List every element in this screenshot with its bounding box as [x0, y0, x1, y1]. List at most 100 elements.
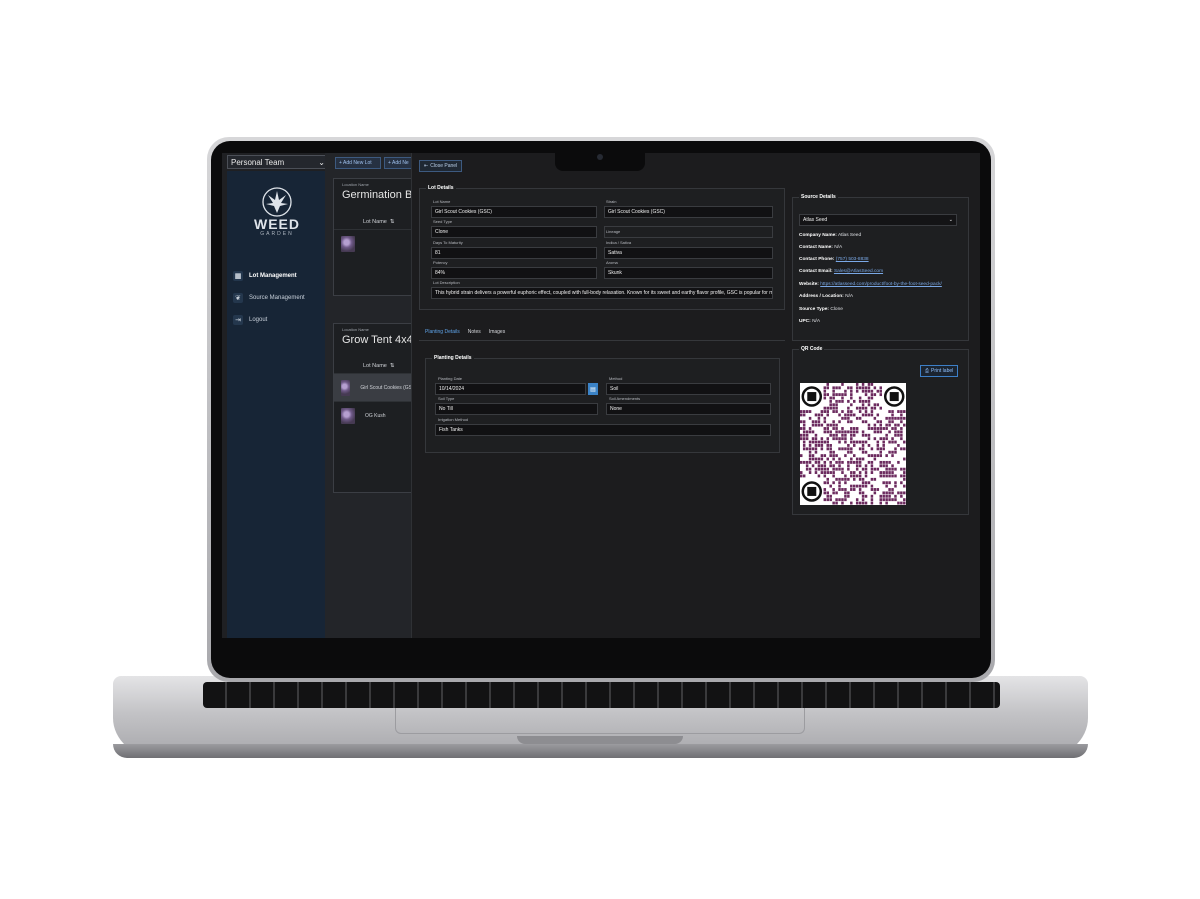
- qr-module: [835, 423, 838, 427]
- qr-module: [855, 457, 859, 461]
- lot-description-field[interactable]: This hybrid strain delivers a powerful e…: [431, 287, 773, 299]
- planting-date-label: Planting Date: [438, 376, 463, 381]
- days-to-maturity-label: Days To Maturity: [433, 240, 463, 245]
- qr-module: [894, 484, 897, 488]
- qr-module: [823, 430, 827, 434]
- qr-module: [838, 488, 841, 491]
- source-select[interactable]: Atlas Seed ⌄: [799, 214, 957, 226]
- location-name: Germination Ber: [342, 189, 413, 201]
- qr-module: [864, 501, 868, 505]
- qr-module: [885, 423, 888, 427]
- qr-module: [802, 423, 806, 427]
- qr-module: [826, 491, 829, 495]
- lot-name-column-header[interactable]: Lot Name ⇅: [334, 215, 412, 229]
- soil-amendments-field[interactable]: None: [606, 403, 771, 415]
- qr-module: [838, 477, 841, 481]
- qr-module: [853, 460, 856, 464]
- calendar-icon[interactable]: ▤: [588, 383, 598, 395]
- contact-email-link[interactable]: Sales@AtlasSeed.com: [834, 269, 883, 274]
- add-new-location-button[interactable]: + Add Ne: [384, 157, 414, 169]
- aroma-field[interactable]: Skunk: [604, 267, 773, 279]
- qr-module: [805, 410, 809, 413]
- qr-module: [861, 440, 865, 444]
- qr-module: [838, 440, 841, 444]
- qr-module: [802, 444, 806, 447]
- nav-logout[interactable]: ⇥ Logout: [233, 313, 267, 327]
- lot-row[interactable]: OG Kush: [334, 401, 412, 429]
- qr-module: [826, 410, 829, 413]
- planting-details-title: Planting Details: [432, 355, 474, 361]
- qr-module: [861, 450, 865, 454]
- potency-field[interactable]: 84%: [431, 267, 597, 279]
- qr-module: [900, 467, 903, 471]
- qr-module: [864, 399, 868, 403]
- tab-notes[interactable]: Notes: [468, 329, 481, 335]
- qr-module: [823, 440, 827, 444]
- tab-planting-details[interactable]: Planting Details: [425, 329, 460, 335]
- qr-module: [879, 386, 882, 390]
- website-link[interactable]: https://atlasseed.com/product/foot-by-th…: [820, 282, 942, 287]
- nav-source-management[interactable]: ❦ Source Management: [233, 291, 305, 305]
- lot-row[interactable]: [334, 229, 412, 257]
- qr-module: [879, 447, 882, 451]
- qr-module: [873, 467, 877, 471]
- qr-module: [888, 498, 891, 502]
- qr-module: [873, 423, 877, 427]
- qr-module: [864, 410, 868, 413]
- qr-module: [811, 454, 815, 458]
- qr-module: [811, 437, 815, 441]
- strain-field[interactable]: Girl Scout Cookies (GSC): [604, 206, 773, 218]
- lot-row[interactable]: Girl Scout Cookies (GS: [334, 373, 412, 401]
- qr-module: [888, 474, 891, 478]
- planting-date-field[interactable]: 10/14/2024: [435, 383, 586, 395]
- qr-module: [800, 454, 803, 458]
- days-to-maturity-field[interactable]: 81: [431, 247, 597, 259]
- contact-phone-link[interactable]: (757) 503-8838: [836, 257, 869, 262]
- nav-lot-management[interactable]: ▦ Lot Management: [233, 269, 297, 283]
- qr-module: [820, 471, 824, 474]
- qr-module: [835, 491, 838, 495]
- lot-name-column-header[interactable]: Lot Name ⇅: [334, 359, 412, 373]
- lot-name-field[interactable]: Girl Scout Cookies (GSC): [431, 206, 597, 218]
- qr-module: [814, 433, 818, 437]
- qr-module: [894, 433, 897, 437]
- method-field[interactable]: Soil: [606, 383, 771, 395]
- qr-module: [850, 393, 853, 397]
- qr-module: [805, 447, 809, 451]
- qr-module: [841, 467, 844, 471]
- source-type-value: Clone: [830, 307, 843, 312]
- qr-module: [864, 494, 868, 498]
- add-new-lot-button[interactable]: + Add New Lot: [335, 157, 381, 169]
- seed-type-field[interactable]: Clone: [431, 226, 597, 238]
- qr-module: [891, 437, 894, 441]
- qr-module: [891, 410, 894, 413]
- qr-module: [873, 454, 877, 458]
- qr-module: [882, 460, 885, 464]
- qr-module: [888, 481, 891, 485]
- indica-sativa-field[interactable]: Sativa: [604, 247, 773, 259]
- qr-module: [873, 406, 877, 410]
- qr-module: [802, 410, 806, 413]
- qr-module: [838, 481, 841, 485]
- qr-module: [814, 420, 818, 424]
- location-label: Location Name: [342, 182, 369, 187]
- qr-code-graphic: [800, 383, 906, 505]
- source-type-label: Source Type:: [799, 307, 830, 312]
- soil-type-field[interactable]: No Till: [435, 403, 598, 415]
- lineage-field[interactable]: [604, 226, 773, 238]
- qr-module: [805, 467, 809, 471]
- qr-module: [861, 484, 865, 488]
- irrigation-method-field[interactable]: Fish Tanks: [435, 424, 771, 436]
- qr-module: [835, 403, 838, 407]
- print-label-button[interactable]: ⎙ Print label: [920, 365, 959, 377]
- close-panel-button[interactable]: ⇤ Close Panel: [419, 160, 463, 172]
- qr-module: [850, 403, 853, 407]
- lot-thumbnail: [341, 235, 355, 252]
- team-select[interactable]: Personal Team ⌄: [227, 155, 329, 169]
- qr-module: [832, 474, 835, 478]
- qr-module: [891, 467, 894, 471]
- qr-module: [841, 460, 844, 464]
- qr-module: [873, 403, 877, 407]
- tab-images[interactable]: Images: [489, 329, 505, 335]
- qr-module: [891, 471, 894, 474]
